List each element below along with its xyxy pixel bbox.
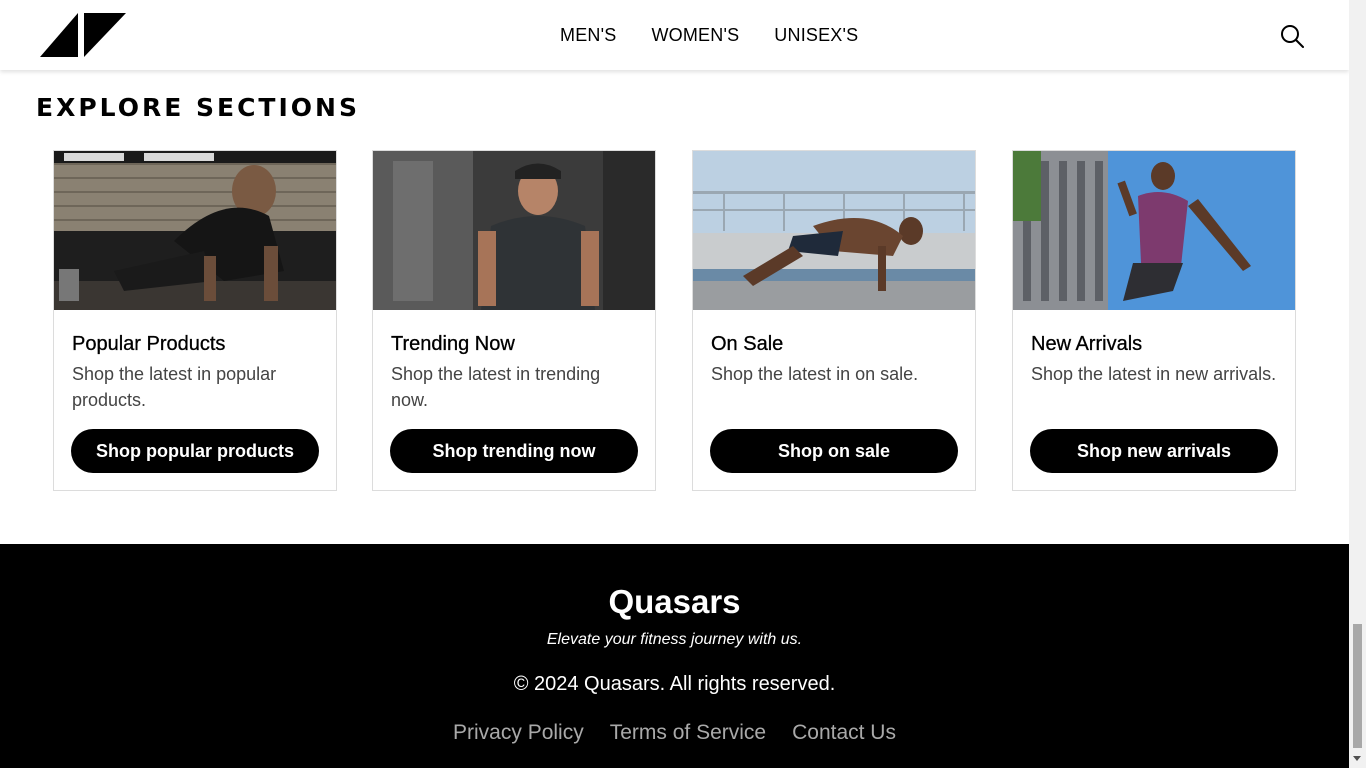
shop-popular-products-button[interactable]: Shop popular products — [71, 429, 319, 473]
shop-on-sale-button[interactable]: Shop on sale — [710, 429, 958, 473]
page: MEN'S WOMEN'S UNISEX'S EXPLORE SECTIONS — [0, 0, 1349, 768]
shop-trending-now-button[interactable]: Shop trending now — [390, 429, 638, 473]
main-nav: MEN'S WOMEN'S UNISEX'S — [560, 24, 858, 46]
footer-brand: Quasars — [608, 583, 741, 620]
man-doing-pushups-photo — [54, 151, 336, 310]
card-description: Shop the latest in popular products. — [72, 364, 277, 410]
contact-us-link[interactable]: Contact Us — [792, 720, 896, 746]
card-title: New Arrivals — [1031, 333, 1143, 355]
shop-new-arrivals-button[interactable]: Shop new arrivals — [1030, 429, 1278, 473]
card-on-sale: On Sale Shop the latest in on sale. Shop… — [692, 150, 976, 491]
man-in-cap-gym-photo — [373, 151, 655, 310]
card-popular-products: Popular Products Shop the latest in popu… — [53, 150, 337, 491]
nav-unisex[interactable]: UNISEX'S — [774, 24, 858, 46]
footer-copyright: © 2024 Quasars. All rights reserved. — [513, 673, 836, 695]
card-title: Trending Now — [391, 333, 515, 355]
card-trending-now: Trending Now Shop the latest in trending… — [372, 150, 656, 491]
card-description: Shop the latest in on sale. — [711, 364, 919, 384]
scrollbar-thumb[interactable] — [1353, 624, 1362, 748]
footer-links: Privacy Policy Terms of Service Contact … — [0, 720, 1349, 746]
man-jumping-city-photo — [1013, 151, 1295, 310]
page-scrollbar[interactable] — [1349, 0, 1366, 768]
privacy-policy-link[interactable]: Privacy Policy — [453, 720, 584, 746]
card-title: On Sale — [711, 333, 784, 355]
terms-of-service-link[interactable]: Terms of Service — [610, 720, 766, 746]
scroll-down-arrow-icon[interactable] — [1353, 756, 1361, 761]
card-image — [373, 151, 655, 310]
nav-mens[interactable]: MEN'S — [560, 24, 616, 46]
site-header: MEN'S WOMEN'S UNISEX'S — [0, 0, 1349, 70]
card-image — [1013, 151, 1295, 310]
footer-tagline: Elevate your fitness journey with us. — [546, 631, 803, 648]
nav-womens[interactable]: WOMEN'S — [651, 24, 739, 46]
card-new-arrivals: New Arrivals Shop the latest in new arri… — [1012, 150, 1296, 491]
card-description: Shop the latest in trending now. — [391, 364, 601, 410]
card-title: Popular Products — [72, 333, 226, 355]
brand-logo[interactable] — [40, 13, 126, 57]
site-footer: Quasars Elevate your fitness journey wit… — [0, 544, 1349, 768]
card-image — [54, 151, 336, 310]
search-icon[interactable] — [1280, 24, 1304, 48]
man-sprint-start-rooftop-photo — [693, 151, 975, 310]
card-image — [693, 151, 975, 310]
card-description: Shop the latest in new arrivals. — [1031, 364, 1277, 384]
section-title: EXPLORE SECTIONS — [36, 93, 360, 122]
